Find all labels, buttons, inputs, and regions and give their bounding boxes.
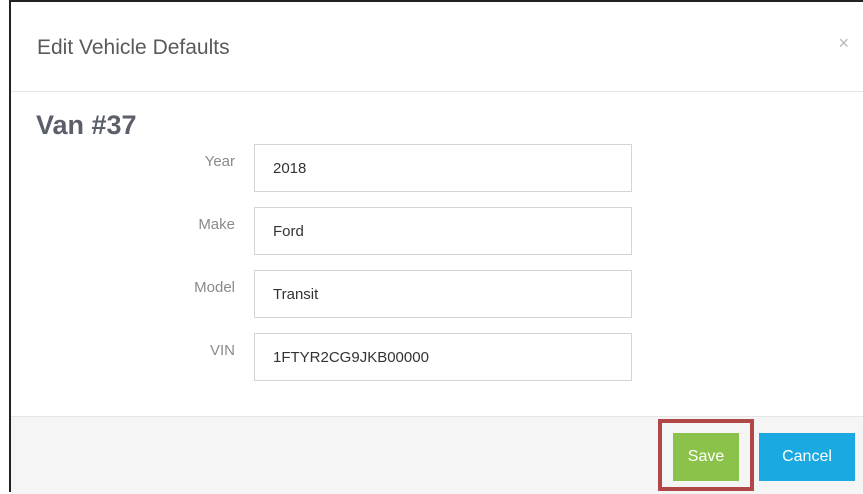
year-input[interactable] (254, 144, 632, 192)
form-row-vin: VIN (11, 333, 863, 381)
vehicle-name-heading: Van #37 (36, 110, 137, 140)
form-row-year: Year (11, 144, 863, 192)
make-label: Make (198, 216, 235, 233)
edit-vehicle-modal: Edit Vehicle Defaults × Van #37 Year Mak… (9, 0, 863, 494)
year-label: Year (204, 153, 235, 170)
modal-title: Edit Vehicle Defaults (37, 36, 230, 59)
vin-label: VIN (209, 342, 235, 359)
save-button[interactable]: Save (673, 433, 739, 481)
form-row-make: Make (11, 207, 863, 255)
make-input[interactable] (254, 207, 632, 255)
close-icon[interactable]: × (838, 34, 849, 52)
form-row-model: Model (11, 270, 863, 318)
model-input[interactable] (254, 270, 632, 318)
vin-input[interactable] (254, 333, 632, 381)
model-label: Model (194, 279, 235, 296)
modal-header: Edit Vehicle Defaults × (11, 2, 863, 92)
modal-footer: Save Cancel (11, 416, 863, 494)
cancel-button[interactable]: Cancel (759, 433, 855, 481)
